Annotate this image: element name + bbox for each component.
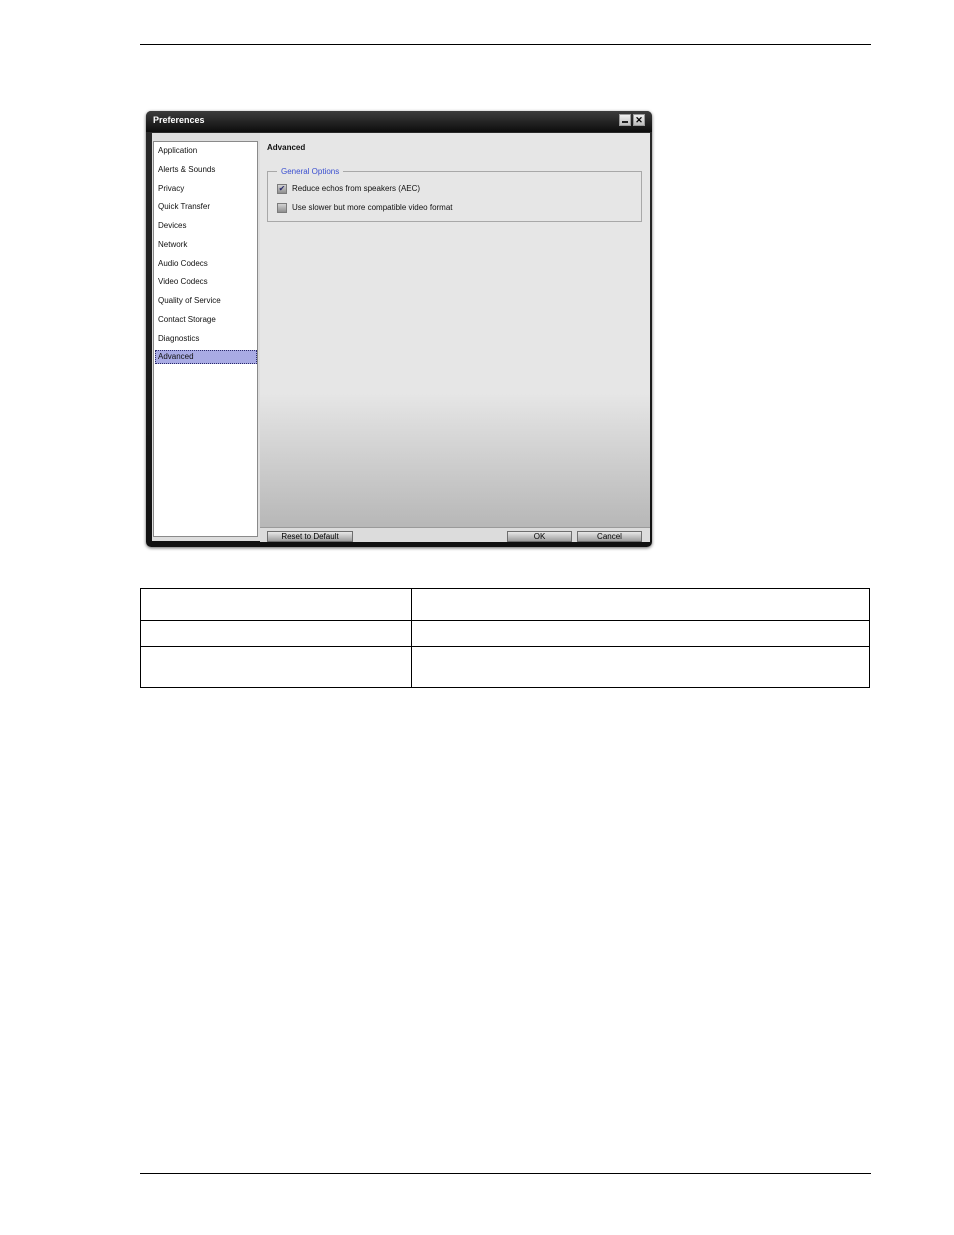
nav-item-quality-of-service[interactable]: Quality of Service — [155, 294, 257, 308]
table-row — [140, 588, 870, 621]
window-title: Preferences — [153, 115, 205, 125]
nav-item-alerts-sounds[interactable]: Alerts & Sounds — [155, 163, 257, 177]
dialog-body: Application Alerts & Sounds Privacy Quic… — [152, 133, 650, 542]
nav-item-contact-storage[interactable]: Contact Storage — [155, 313, 257, 327]
table-cell — [411, 588, 870, 621]
table-cell — [411, 620, 870, 647]
close-icon[interactable]: ✕ — [633, 114, 645, 126]
options-table — [140, 588, 870, 688]
nav-item-diagnostics[interactable]: Diagnostics — [155, 332, 257, 346]
header-rule — [140, 44, 871, 45]
nav-item-advanced[interactable]: Advanced — [155, 350, 257, 364]
table-row — [140, 620, 870, 647]
title-bar[interactable]: Preferences ✕ — [146, 111, 652, 132]
nav-item-audio-codecs[interactable]: Audio Codecs — [155, 257, 257, 271]
nav-item-devices[interactable]: Devices — [155, 219, 257, 233]
cancel-button[interactable]: Cancel — [577, 531, 642, 542]
dialog-button-bar: Reset to Default OK Cancel — [260, 527, 650, 542]
table-cell — [140, 588, 412, 621]
nav-item-quick-transfer[interactable]: Quick Transfer — [155, 200, 257, 214]
ok-button[interactable]: OK — [507, 531, 572, 542]
table-cell — [140, 646, 412, 688]
minimize-icon[interactable] — [619, 114, 631, 126]
nav-item-network[interactable]: Network — [155, 238, 257, 252]
preferences-window: Preferences ✕ Application Alerts & Sound… — [146, 111, 652, 547]
table-cell — [411, 646, 870, 688]
category-list[interactable]: Application Alerts & Sounds Privacy Quic… — [153, 141, 258, 537]
table-cell — [140, 620, 412, 647]
table-row — [140, 646, 870, 688]
reset-to-default-button[interactable]: Reset to Default — [267, 531, 353, 542]
footer-rule — [140, 1173, 871, 1174]
group-title: General Options — [277, 166, 344, 177]
panel-title: Advanced — [267, 143, 306, 152]
general-options-group: General Options ✔ Reduce echos from spea… — [267, 166, 642, 222]
settings-panel: Advanced General Options ✔ Reduce echos … — [260, 133, 650, 527]
nav-item-video-codecs[interactable]: Video Codecs — [155, 275, 257, 289]
aec-checkbox[interactable]: ✔ — [277, 184, 287, 194]
nav-item-privacy[interactable]: Privacy — [155, 182, 257, 196]
aec-label: Reduce echos from speakers (AEC) — [292, 184, 421, 193]
compatible-video-checkbox[interactable] — [277, 203, 287, 213]
compatible-video-label: Use slower but more compatible video for… — [292, 203, 453, 212]
nav-item-application[interactable]: Application — [155, 144, 257, 158]
